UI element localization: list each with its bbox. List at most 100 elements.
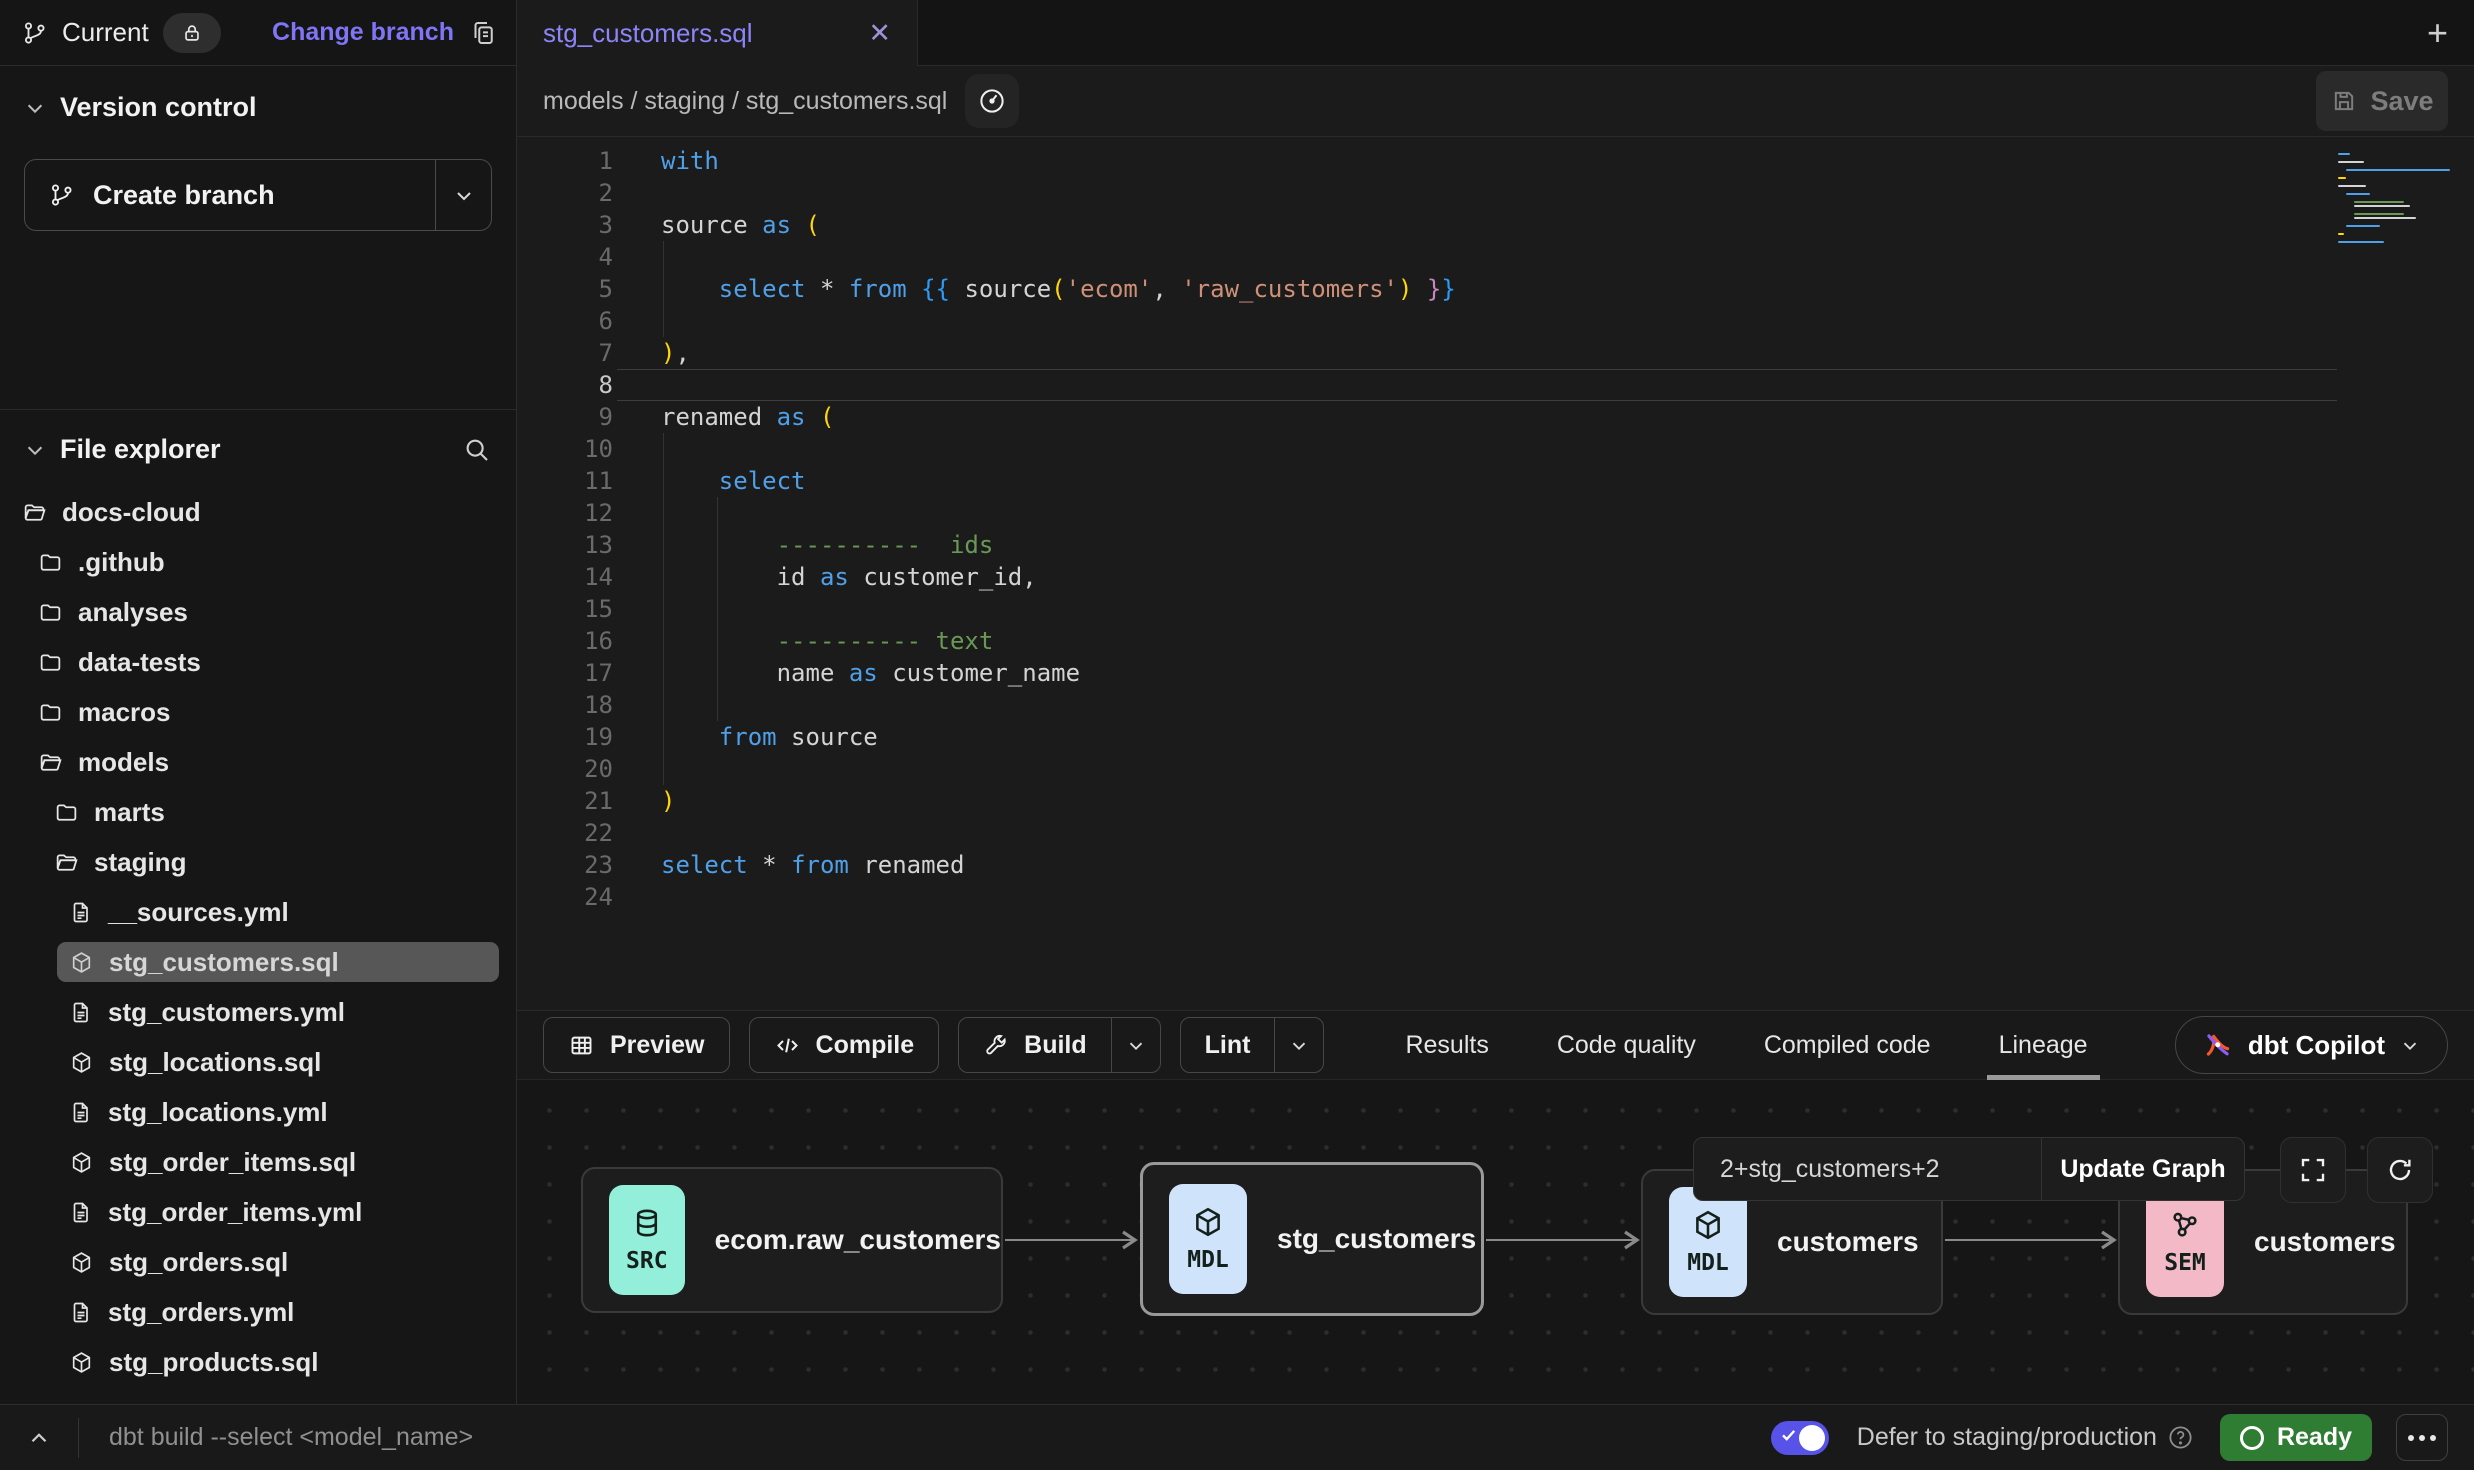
compile-label: Compile [816,1031,915,1060]
new-tab-button[interactable]: + [2427,12,2448,54]
close-icon[interactable]: ✕ [868,18,891,49]
lint-button[interactable]: Lint [1180,1017,1325,1073]
node-label: stg_customers [1277,1223,1476,1255]
code-line-7: 7), [517,337,2474,369]
file-item-label: stg_locations.sql [109,1047,321,1078]
dbt-copilot-icon [2202,1029,2234,1061]
file-item-stg-products-sql[interactable]: stg_products.sql [0,1337,516,1387]
file-item-analyses[interactable]: analyses [0,587,516,637]
lint-label: Lint [1205,1031,1251,1060]
node-label: customers [2254,1226,2396,1258]
file-item--github[interactable]: .github [0,537,516,587]
update-graph-button[interactable]: Update Graph [2042,1138,2244,1200]
line-number: 14 [517,561,617,593]
line-number: 8 [517,369,617,401]
defer-toggle[interactable] [1771,1421,1829,1455]
fullscreen-button[interactable] [2280,1137,2346,1203]
line-number: 23 [517,849,617,881]
chevron-down-icon [2399,1034,2421,1056]
file-yml-icon [69,1100,93,1124]
dbt-copilot-button[interactable]: dbt Copilot [2175,1016,2448,1074]
refresh-button[interactable] [2367,1137,2433,1203]
help-icon[interactable] [2167,1424,2194,1451]
file-item-marts[interactable]: marts [0,787,516,837]
node-type-badge: SRC [609,1185,685,1295]
file-item-stg-order-items-yml[interactable]: stg_order_items.yml [0,1187,516,1237]
line-content: ---------- text [617,625,2337,657]
line-content [617,305,2337,337]
more-options-button[interactable] [2396,1414,2448,1461]
file-item-stg-orders-sql[interactable]: stg_orders.sql [0,1237,516,1287]
file-item-models[interactable]: models [0,737,516,787]
tab-compiled-code[interactable]: Compiled code [1730,1011,1965,1079]
tab-stg-customers[interactable]: stg_customers.sql ✕ [517,0,918,66]
line-number: 17 [517,657,617,689]
lineage-panel[interactable]: SRCecom.raw_customersMDLstg_customersMDL… [517,1080,2474,1404]
cube-icon [1191,1205,1225,1239]
tab-results[interactable]: Results [1371,1011,1522,1079]
chevron-down-icon[interactable] [24,439,46,461]
file-item-stg-order-items-sql[interactable]: stg_order_items.sql [0,1137,516,1187]
file-item-data-tests[interactable]: data-tests [0,637,516,687]
file-item-docs-cloud[interactable]: docs-cloud [0,487,516,537]
code-line-14: 14 id as customer_id, [517,561,2474,593]
fullscreen-icon [2298,1155,2328,1185]
file-item-stg-locations-yml[interactable]: stg_locations.yml [0,1087,516,1137]
indent-guide [663,465,664,497]
chevron-up-icon[interactable] [26,1425,52,1451]
search-icon[interactable] [462,435,492,465]
file-item-stg-orders-yml[interactable]: stg_orders.yml [0,1287,516,1337]
build-dropdown[interactable] [1112,1034,1160,1056]
indent-guide [663,305,664,337]
file-item-stg-locations-sql[interactable]: stg_locations.sql [0,1037,516,1087]
file-item-label: stg_orders.sql [109,1247,288,1278]
line-content: name as customer_name [617,657,2337,689]
line-content: select * from {{ source('ecom', 'raw_cus… [617,273,2337,305]
panel-tabs: ResultsCode qualityCompiled codeLineage [1371,1011,2121,1079]
indent-guide [663,753,664,785]
code-line-9: 9renamed as ( [517,401,2474,433]
compass-icon[interactable] [965,74,1019,128]
file-item-stg-customers-sql[interactable]: stg_customers.sql [57,942,499,982]
file-item-staging[interactable]: staging [0,837,516,887]
compile-button[interactable]: Compile [749,1017,940,1073]
lineage-node-ecom-raw-customers[interactable]: SRCecom.raw_customers [581,1167,1003,1313]
preview-button[interactable]: Preview [543,1017,730,1073]
code-editor[interactable]: 1with23source as (45 select * from {{ so… [517,137,2474,1010]
line-number: 13 [517,529,617,561]
folder-icon [54,800,79,825]
code-line-13: 13 ---------- ids [517,529,2474,561]
file-item-label: models [78,747,169,778]
build-button[interactable]: Build [958,1017,1161,1073]
copy-icon[interactable] [468,18,498,48]
tab-lineage[interactable]: Lineage [1965,1011,2122,1079]
line-number: 7 [517,337,617,369]
minimap[interactable] [2338,153,2446,249]
branch-bar: Current Change branch [0,0,516,66]
tab-code-quality[interactable]: Code quality [1523,1011,1730,1079]
command-input[interactable]: dbt build --select <model_name> [109,1423,473,1452]
file-item--sources-yml[interactable]: __sources.yml [0,887,516,937]
node-type-badge: SEM [2146,1187,2224,1297]
chevron-down-icon[interactable] [24,97,46,119]
create-branch-dropdown[interactable] [436,183,491,207]
lineage-selector-input[interactable]: 2+stg_customers+2 [1694,1138,2042,1200]
defer-label: Defer to staging/production [1857,1423,2157,1452]
save-button[interactable]: Save [2316,71,2448,131]
line-content [617,241,2337,273]
change-branch-link[interactable]: Change branch [272,18,454,47]
status-bar: dbt build --select <model_name> Defer to… [0,1404,2474,1470]
file-explorer-section: File explorer docs-cloud.githubanalysesd… [0,410,516,1404]
file-item-label: stg_customers.sql [109,947,339,978]
status-badge[interactable]: Ready [2220,1414,2372,1461]
file-item-macros[interactable]: macros [0,687,516,737]
code-line-16: 16 ---------- text [517,625,2474,657]
build-label: Build [1024,1031,1087,1060]
file-yml-icon [69,900,93,924]
create-branch-button[interactable]: Create branch [24,159,492,231]
indent-guide [717,497,718,529]
network-icon [2168,1208,2202,1242]
lineage-node-stg-customers[interactable]: MDLstg_customers [1140,1162,1484,1316]
lint-dropdown[interactable] [1275,1034,1323,1056]
file-item-stg-customers-yml[interactable]: stg_customers.yml [0,987,516,1037]
